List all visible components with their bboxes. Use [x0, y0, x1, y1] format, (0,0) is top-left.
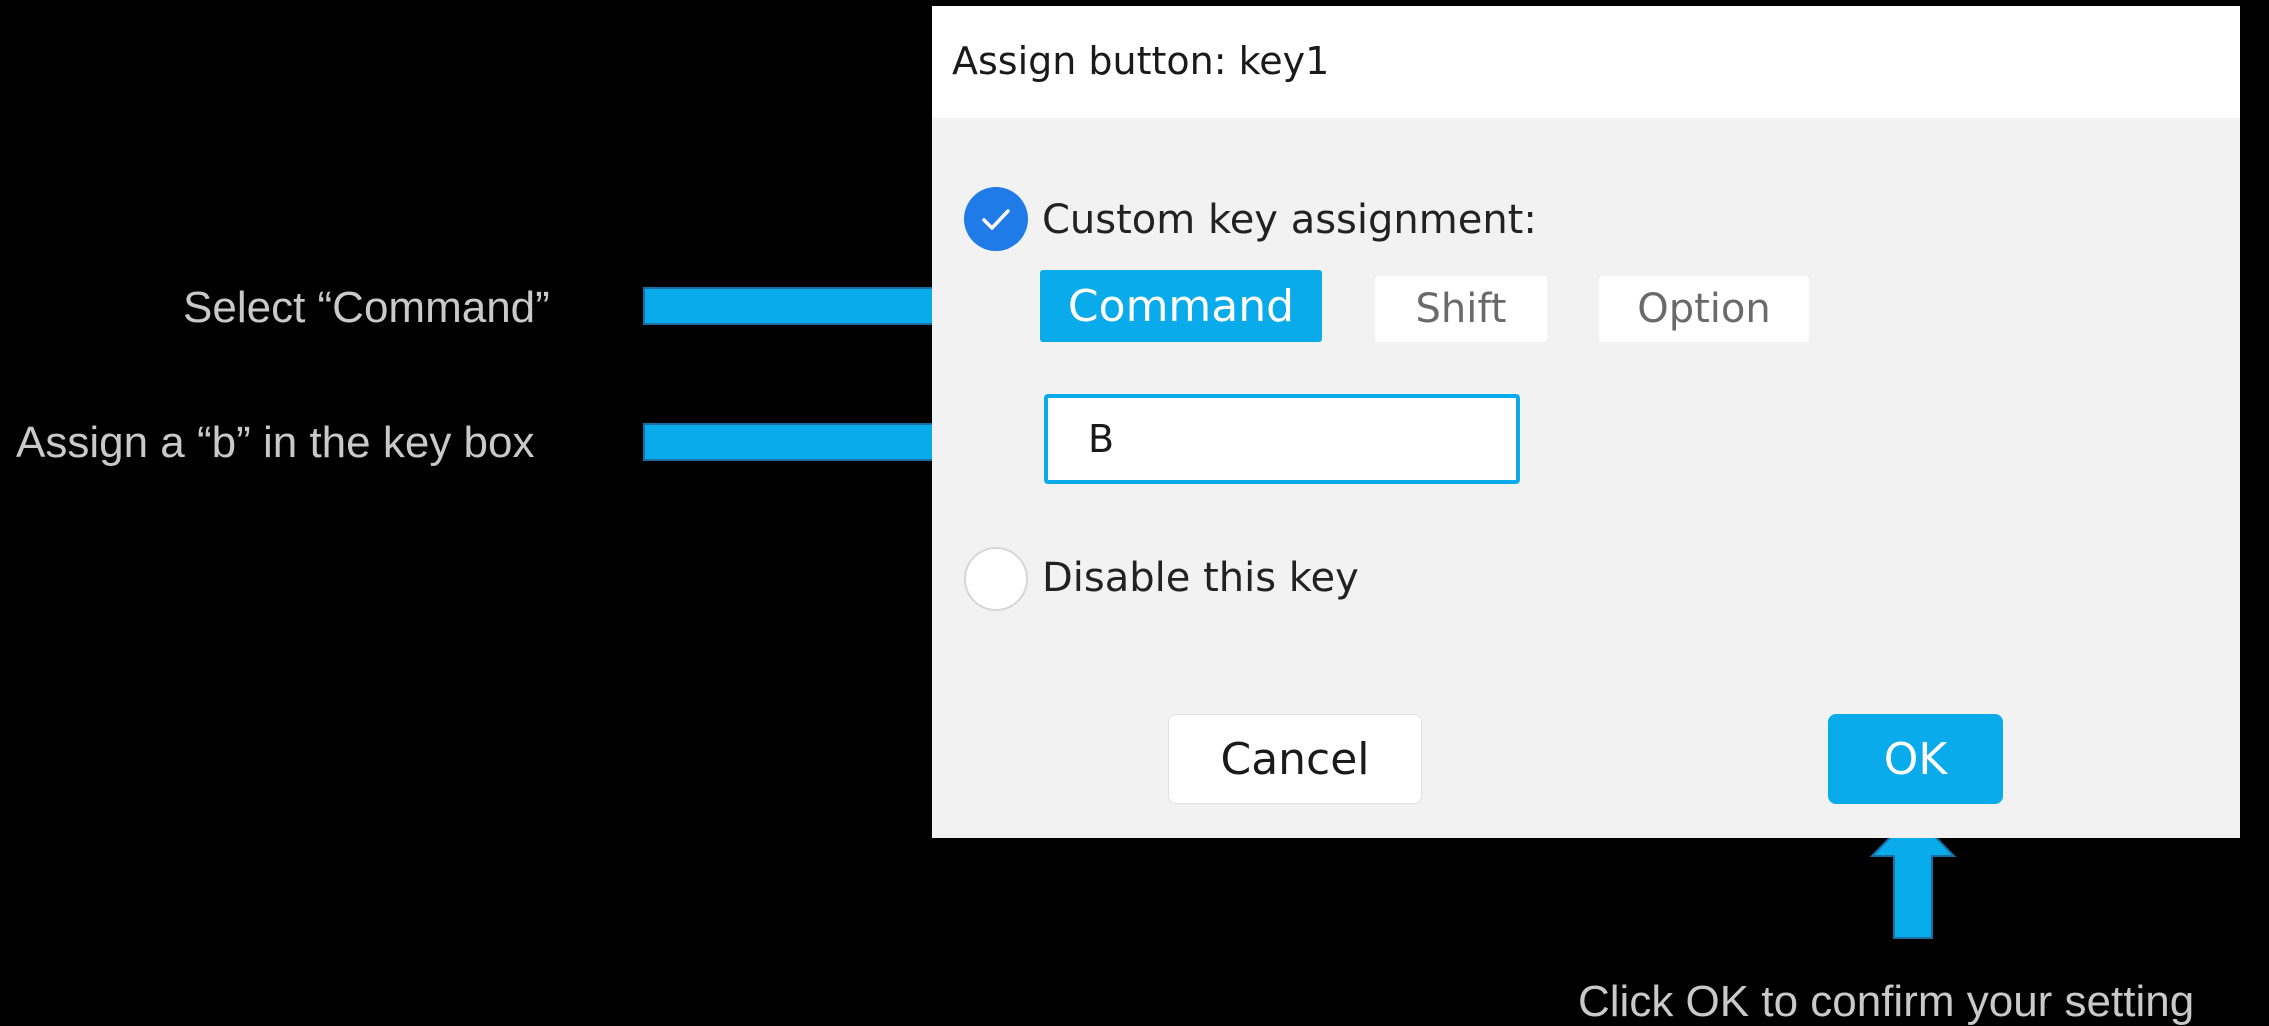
- ok-button[interactable]: OK: [1828, 714, 2003, 804]
- annotation-click-ok: Click OK to confirm your setting: [1578, 977, 2195, 1026]
- custom-assignment-label: Custom key assignment:: [1042, 197, 1537, 243]
- assign-button-dialog: Assign button: key1 Custom key assignmen…: [932, 6, 2240, 838]
- disable-key-radio[interactable]: [964, 547, 1028, 611]
- disable-key-label: Disable this key: [1042, 555, 1359, 601]
- annotation-assign-key: Assign a “b” in the key box: [16, 418, 535, 467]
- modifier-shift-button[interactable]: Shift: [1375, 276, 1547, 342]
- custom-assignment-checkbox[interactable]: [964, 187, 1028, 251]
- dialog-titlebar: Assign button: key1: [932, 6, 2240, 118]
- modifier-command-button[interactable]: Command: [1040, 270, 1322, 342]
- check-icon: [982, 209, 1010, 230]
- key-input[interactable]: [1044, 394, 1520, 484]
- cancel-button[interactable]: Cancel: [1168, 714, 1422, 804]
- annotation-select-command: Select “Command”: [183, 283, 550, 332]
- modifier-option-button[interactable]: Option: [1599, 276, 1809, 342]
- dialog-title: Assign button: key1: [952, 39, 1330, 83]
